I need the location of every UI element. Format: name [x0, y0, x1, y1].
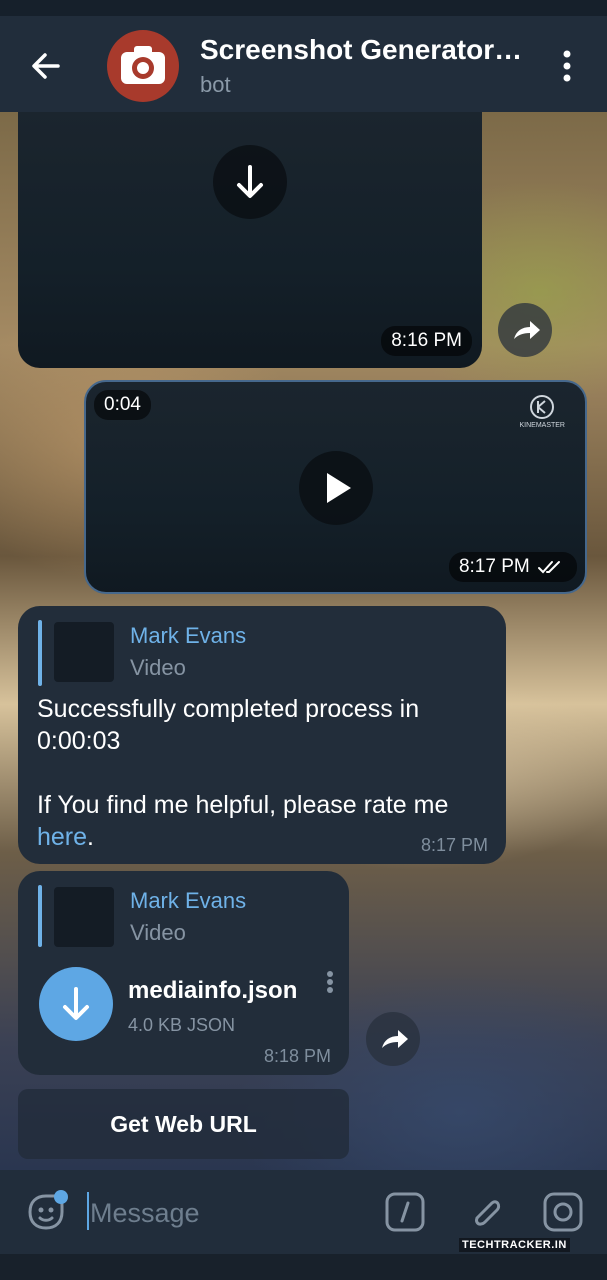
- message-text: Successfully completed process in 0:00:0…: [37, 695, 420, 755]
- forward-button[interactable]: [498, 303, 552, 357]
- file-name[interactable]: mediainfo.json: [128, 977, 297, 1005]
- kinemaster-watermark: KINEMASTER: [519, 394, 565, 429]
- kinemaster-text: KINEMASTER: [519, 422, 565, 429]
- video-message-2[interactable]: 0:04 KINEMASTER 8:17 PM: [84, 380, 587, 594]
- emoji-sticker-icon[interactable]: [22, 1188, 70, 1236]
- play-icon: [327, 473, 351, 503]
- download-button[interactable]: [213, 145, 287, 219]
- rate-text-suffix: .: [87, 823, 94, 851]
- play-button[interactable]: [299, 451, 373, 525]
- file-size-type: 4.0 KB JSON: [128, 1015, 236, 1035]
- reply-thumbnail[interactable]: [54, 887, 114, 947]
- file-download-button[interactable]: [39, 967, 113, 1041]
- bot-commands-icon[interactable]: [384, 1191, 426, 1233]
- video-message-1[interactable]: 8:16 PM: [18, 112, 482, 368]
- chat-subtitle: bot: [200, 72, 231, 97]
- camera-icon: [121, 46, 165, 84]
- forward-button[interactable]: [366, 1012, 420, 1066]
- reply-sender-name[interactable]: Mark Evans: [130, 888, 246, 914]
- reply-accent-bar: [38, 620, 42, 686]
- rate-link[interactable]: here: [37, 823, 87, 851]
- more-options-icon[interactable]: [552, 46, 582, 86]
- reply-media-type: Video: [130, 920, 186, 945]
- status-bar: [0, 0, 607, 16]
- reply-thumbnail[interactable]: [54, 622, 114, 682]
- camera-record-icon[interactable]: [542, 1191, 584, 1233]
- file-options-icon[interactable]: [320, 966, 340, 1006]
- message-time: 8:18 PM: [263, 1046, 331, 1066]
- message-input[interactable]: [88, 1190, 372, 1236]
- reply-sender-name[interactable]: Mark Evans: [130, 623, 246, 649]
- message-time: 8:16 PM: [381, 326, 472, 356]
- chat-title[interactable]: Screenshot Generator…: [200, 34, 530, 66]
- double-check-icon: [538, 560, 560, 574]
- back-arrow-icon[interactable]: [22, 42, 70, 90]
- rate-text: If You find me helpful, please rate me: [37, 791, 449, 819]
- video-duration: 0:04: [94, 390, 151, 420]
- attach-paperclip-icon[interactable]: [464, 1191, 506, 1233]
- bot-avatar[interactable]: [107, 30, 179, 102]
- download-arrow-icon: [237, 165, 263, 198]
- kinemaster-logo-icon: [530, 395, 555, 419]
- system-navigation-bar: [0, 1254, 607, 1280]
- message-time-status: 8:17 PM: [448, 552, 577, 582]
- message-time: 8:17 PM: [420, 835, 488, 855]
- message-time: 8:17 PM: [458, 556, 530, 577]
- share-arrow-icon: [382, 1030, 408, 1048]
- reply-accent-bar: [38, 885, 42, 947]
- chat-header: Screenshot Generator… bot: [0, 16, 607, 112]
- text-message-bubble: Mark Evans Video Successfully completed …: [18, 606, 506, 864]
- get-web-url-button[interactable]: Get Web URL: [18, 1089, 349, 1159]
- file-message-bubble: Mark Evans Video mediainfo.json 4.0 KB J…: [18, 871, 349, 1075]
- site-watermark: TECHTRACKER.IN: [459, 1238, 570, 1252]
- reply-media-type: Video: [130, 655, 186, 680]
- share-arrow-icon: [514, 321, 540, 339]
- download-arrow-icon: [63, 987, 89, 1020]
